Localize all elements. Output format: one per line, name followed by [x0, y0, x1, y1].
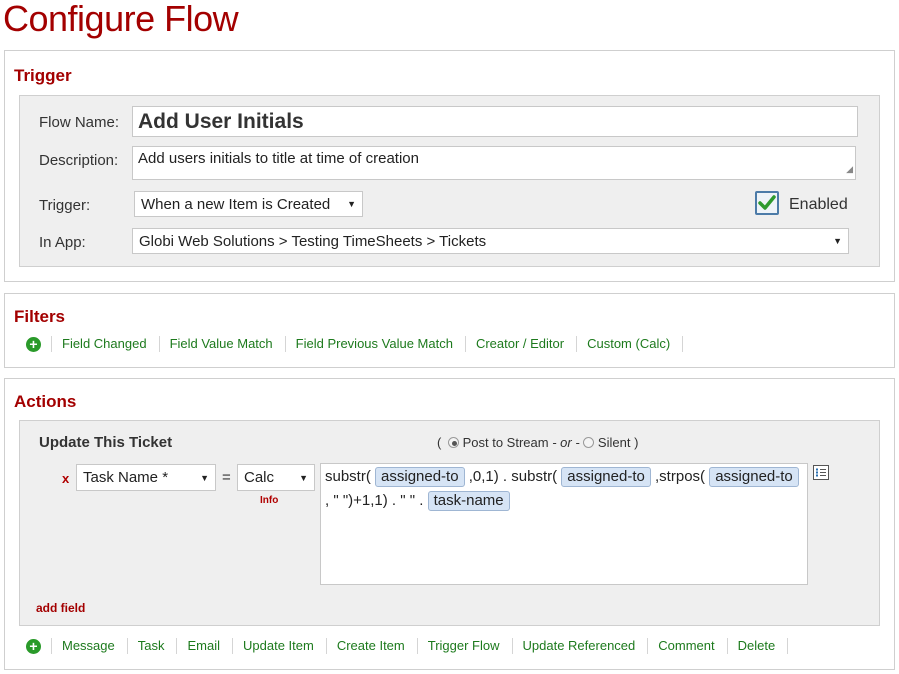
- filters-link-bar: + Field Changed Field Value Match Field …: [26, 336, 684, 352]
- or-separator: - or -: [552, 435, 580, 450]
- resize-handle-icon[interactable]: ◢: [846, 159, 853, 179]
- trigger-select[interactable]: When a new Item is Created ▼: [134, 191, 363, 217]
- in-app-select[interactable]: Globi Web Solutions > Testing TimeSheets…: [132, 228, 849, 254]
- calc-text: substr(: [325, 468, 371, 485]
- mode-select[interactable]: Calc ▼: [237, 464, 315, 491]
- chevron-down-icon: ▼: [347, 199, 356, 209]
- chevron-down-icon: ▼: [833, 236, 842, 246]
- page-title: Configure Flow: [3, 0, 239, 39]
- actions-link-bar: + Message Task Email Update Item Create …: [26, 638, 789, 654]
- equals-sign: =: [222, 469, 231, 486]
- flow-name-input[interactable]: Add User Initials: [132, 106, 858, 137]
- post-mode-open-paren: (: [437, 435, 442, 450]
- post-to-stream-label: Post to Stream: [462, 435, 549, 450]
- post-mode-group: ( Post to Stream - or - Silent ): [437, 435, 638, 450]
- trigger-label: Trigger:: [39, 197, 91, 214]
- field-select[interactable]: Task Name * ▼: [76, 464, 216, 491]
- in-app-label: In App:: [39, 234, 86, 251]
- filter-field-value-match-link[interactable]: Field Value Match: [158, 336, 285, 352]
- actions-heading: Actions: [14, 392, 77, 411]
- action-panel: Update This Ticket ( Post to Stream - or…: [19, 420, 880, 626]
- chevron-down-icon: ▼: [200, 472, 209, 483]
- silent-radio[interactable]: [583, 437, 595, 448]
- remove-field-button[interactable]: x: [62, 471, 69, 486]
- description-label: Description:: [39, 152, 119, 169]
- filter-field-previous-value-match-link[interactable]: Field Previous Value Match: [284, 336, 465, 352]
- info-link[interactable]: Info: [260, 495, 278, 506]
- calc-text: ,strpos(: [655, 468, 706, 485]
- enabled-checkbox[interactable]: [755, 191, 779, 215]
- action-title: Update This Ticket: [39, 434, 173, 451]
- action-message-link[interactable]: Message: [51, 638, 127, 654]
- action-email-link[interactable]: Email: [176, 638, 232, 654]
- action-task-link[interactable]: Task: [126, 638, 177, 654]
- filter-creator-editor-link[interactable]: Creator / Editor: [464, 336, 576, 352]
- trigger-heading: Trigger: [14, 66, 72, 85]
- calc-token-task-name[interactable]: task-name: [427, 491, 510, 511]
- enabled-label: Enabled: [789, 196, 848, 213]
- calc-text: , " ")+1,1) . " " .: [325, 492, 424, 509]
- calc-token-assigned-to[interactable]: assigned-to: [709, 467, 799, 487]
- filter-field-changed-link[interactable]: Field Changed: [51, 336, 159, 352]
- actions-section: Actions Update This Ticket ( Post to Str…: [4, 378, 895, 670]
- add-filter-plus-icon[interactable]: +: [26, 336, 41, 352]
- filters-section: Filters + Field Changed Field Value Matc…: [4, 293, 895, 368]
- description-text: Add users initials to title at time of c…: [138, 150, 419, 167]
- silent-label: Silent: [597, 435, 631, 450]
- chevron-down-icon: ▼: [299, 472, 308, 483]
- filter-custom-calc-link[interactable]: Custom (Calc): [576, 336, 684, 352]
- filters-heading: Filters: [14, 307, 66, 326]
- in-app-select-value: Globi Web Solutions > Testing TimeSheets…: [139, 233, 487, 250]
- calc-token-assigned-to[interactable]: assigned-to: [561, 467, 651, 487]
- post-to-stream-radio[interactable]: [447, 437, 459, 448]
- action-update-referenced-link[interactable]: Update Referenced: [511, 638, 648, 654]
- add-action-plus-icon[interactable]: +: [26, 638, 41, 654]
- flow-name-label: Flow Name:: [39, 114, 120, 131]
- field-select-value: Task Name *: [83, 469, 169, 486]
- action-trigger-flow-link[interactable]: Trigger Flow: [416, 638, 512, 654]
- action-delete-link[interactable]: Delete: [726, 638, 789, 654]
- action-update-item-link[interactable]: Update Item: [232, 638, 326, 654]
- action-create-item-link[interactable]: Create Item: [325, 638, 417, 654]
- checkmark-icon: [758, 195, 776, 210]
- trigger-select-value: When a new Item is Created: [141, 196, 331, 213]
- mode-select-value: Calc: [244, 469, 275, 486]
- description-input[interactable]: Add users initials to title at time of c…: [132, 146, 856, 180]
- list-icon[interactable]: [813, 465, 829, 480]
- trigger-section: Trigger Flow Name: Add User Initials Des…: [4, 50, 895, 282]
- calc-expression-editor[interactable]: substr( assigned-to ,0,1) . substr( assi…: [320, 463, 808, 585]
- calc-text: ,0,1) . substr(: [468, 468, 558, 485]
- post-mode-close-paren: ): [634, 435, 639, 450]
- action-comment-link[interactable]: Comment: [647, 638, 726, 654]
- add-field-link[interactable]: add field: [36, 601, 85, 615]
- calc-token-assigned-to[interactable]: assigned-to: [375, 467, 465, 487]
- trigger-panel: Flow Name: Add User Initials Description…: [19, 95, 880, 267]
